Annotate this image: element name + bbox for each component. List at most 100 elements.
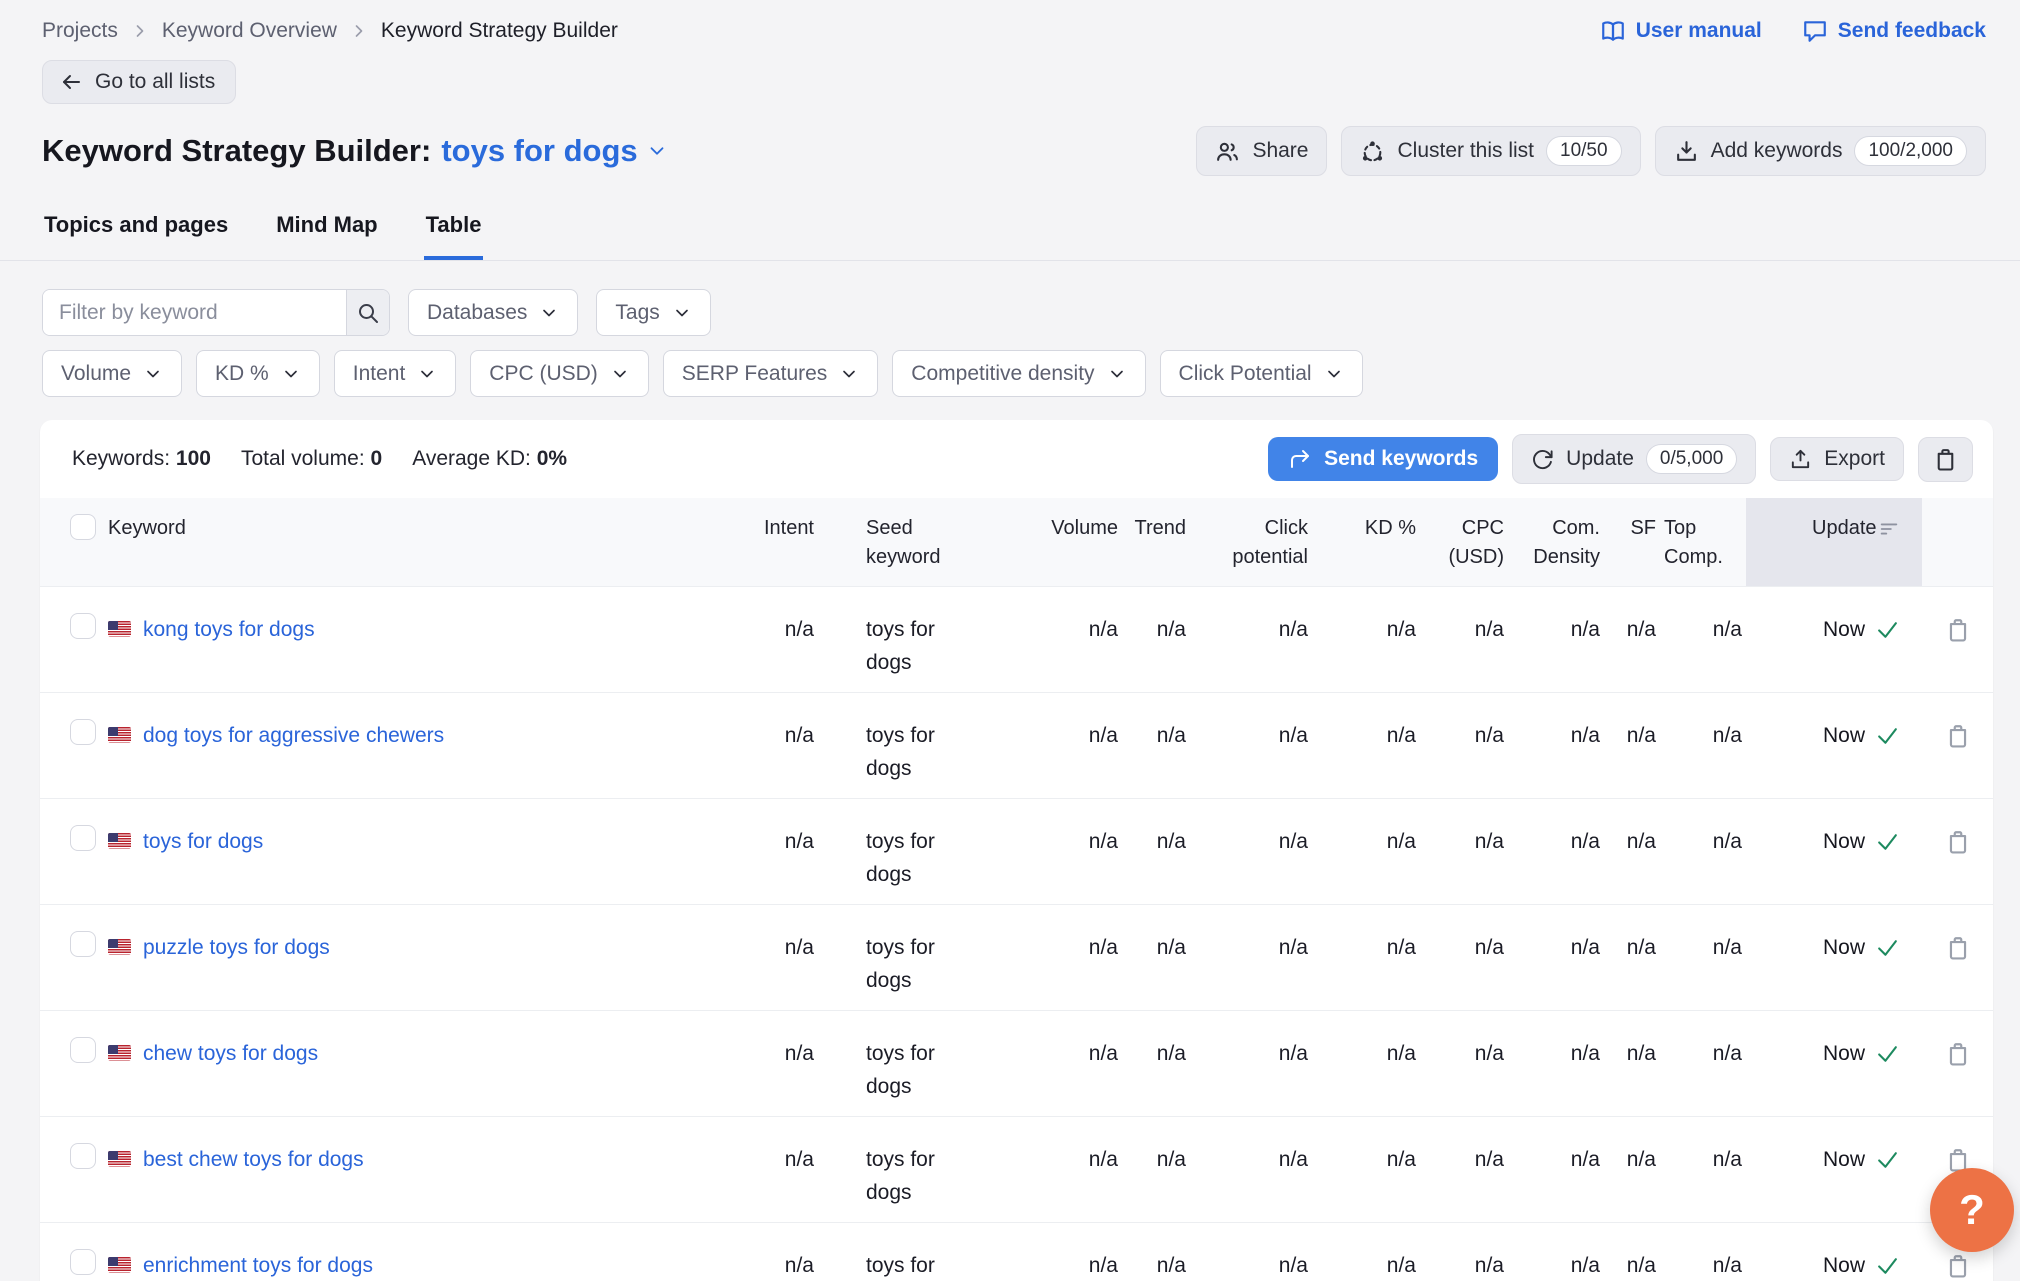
- kd-value: n/a: [1312, 905, 1420, 1011]
- add-keywords-button[interactable]: Add keywords 100/2,000: [1655, 126, 1986, 176]
- row-checkbox[interactable]: [70, 825, 96, 851]
- go-to-all-lists-button[interactable]: Go to all lists: [42, 60, 236, 104]
- databases-dropdown[interactable]: Databases: [408, 289, 578, 336]
- row-checkbox[interactable]: [70, 613, 96, 639]
- volume-value: n/a: [1014, 587, 1122, 693]
- trend-value: n/a: [1122, 587, 1190, 693]
- keyword-link[interactable]: best chew toys for dogs: [143, 1143, 364, 1176]
- breadcrumb-projects[interactable]: Projects: [42, 19, 118, 43]
- intent-value: n/a: [724, 693, 818, 799]
- header-cpc[interactable]: CPC (USD): [1420, 498, 1508, 587]
- tray-download-icon: [1674, 139, 1699, 164]
- header-com-density[interactable]: Com. Density: [1508, 498, 1604, 587]
- row-checkbox[interactable]: [70, 719, 96, 745]
- top-comp-value: n/a: [1660, 1011, 1746, 1117]
- row-checkbox[interactable]: [70, 1037, 96, 1063]
- keywords-table-card: Keywords: 100 Total volume: 0 Average KD…: [40, 420, 1993, 1281]
- send-keywords-button[interactable]: Send keywords: [1268, 437, 1498, 481]
- keyword-link[interactable]: puzzle toys for dogs: [143, 931, 330, 964]
- row-trash-icon[interactable]: [1945, 1253, 1971, 1279]
- tab-topics-and-pages[interactable]: Topics and pages: [42, 206, 230, 260]
- user-manual-link[interactable]: User manual: [1600, 18, 1762, 44]
- keywords-count: Keywords: 100: [72, 447, 211, 471]
- keyword-link[interactable]: enrichment toys for dogs: [143, 1249, 373, 1281]
- keyword-link[interactable]: chew toys for dogs: [143, 1037, 318, 1070]
- keyword-link[interactable]: dog toys for aggressive chewers: [143, 719, 444, 752]
- competitive-density-filter-label: Competitive density: [911, 362, 1094, 386]
- add-keywords-label: Add keywords: [1711, 139, 1843, 163]
- check-icon: [1875, 617, 1900, 642]
- tags-dropdown[interactable]: Tags: [596, 289, 710, 336]
- intent-filter-dropdown[interactable]: Intent: [334, 350, 457, 397]
- us-flag-icon: [108, 1151, 131, 1167]
- header-volume[interactable]: Volume: [1014, 498, 1122, 587]
- filter-keyword-input[interactable]: [43, 290, 346, 335]
- header-kd[interactable]: KD %: [1312, 498, 1420, 587]
- cluster-count-badge: 10/50: [1546, 136, 1622, 166]
- sf-value: n/a: [1604, 1011, 1660, 1117]
- click-potential-filter-dropdown[interactable]: Click Potential: [1160, 350, 1363, 397]
- intent-value: n/a: [724, 905, 818, 1011]
- search-button[interactable]: [346, 290, 389, 335]
- row-trash-icon[interactable]: [1945, 617, 1971, 643]
- send-feedback-link[interactable]: Send feedback: [1802, 18, 1986, 44]
- click-potential-value: n/a: [1190, 1223, 1312, 1281]
- row-trash-icon[interactable]: [1945, 1041, 1971, 1067]
- people-icon: [1215, 139, 1240, 164]
- row-checkbox[interactable]: [70, 1249, 96, 1275]
- table-row: toys for dogs n/a toys for dogs n/a n/a …: [40, 799, 1993, 905]
- kd-filter-dropdown[interactable]: KD %: [196, 350, 320, 397]
- filter-row-secondary: Volume KD % Intent CPC (USD) SERP Featur…: [42, 350, 2020, 397]
- tab-table[interactable]: Table: [424, 206, 484, 260]
- chevron-down-icon: [539, 303, 559, 323]
- seed-keyword-value: toys for dogs: [866, 719, 962, 785]
- keyword-link[interactable]: toys for dogs: [143, 825, 263, 858]
- stats-bar: Keywords: 100 Total volume: 0 Average KD…: [40, 420, 1993, 498]
- list-name-dropdown[interactable]: toys for dogs: [441, 133, 667, 169]
- volume-value: n/a: [1014, 1117, 1122, 1223]
- trend-value: n/a: [1122, 799, 1190, 905]
- header-click-potential[interactable]: Click potential: [1190, 498, 1312, 587]
- row-trash-icon[interactable]: [1945, 723, 1971, 749]
- click-potential-value: n/a: [1190, 587, 1312, 693]
- volume-filter-dropdown[interactable]: Volume: [42, 350, 182, 397]
- header-trend[interactable]: Trend: [1122, 498, 1190, 587]
- select-all-checkbox[interactable]: [70, 514, 96, 540]
- share-button[interactable]: Share: [1196, 126, 1327, 176]
- kd-filter-label: KD %: [215, 362, 269, 386]
- header-updated-sorted[interactable]: Updated: [1746, 498, 1922, 587]
- header-keyword[interactable]: Keyword: [104, 498, 724, 587]
- row-trash-icon[interactable]: [1945, 829, 1971, 855]
- user-manual-label: User manual: [1636, 19, 1762, 43]
- help-button-label: ?: [1959, 1186, 1985, 1234]
- header-sf[interactable]: SF: [1604, 498, 1660, 587]
- header-intent[interactable]: Intent: [724, 498, 818, 587]
- volume-value: n/a: [1014, 799, 1122, 905]
- cpc-value: n/a: [1420, 905, 1508, 1011]
- cpc-filter-dropdown[interactable]: CPC (USD): [470, 350, 649, 397]
- cluster-this-list-button[interactable]: Cluster this list 10/50: [1341, 126, 1640, 176]
- delete-selected-button[interactable]: [1918, 437, 1973, 482]
- row-trash-icon[interactable]: [1945, 935, 1971, 961]
- tab-mind-map[interactable]: Mind Map: [274, 206, 379, 260]
- breadcrumb-keyword-overview[interactable]: Keyword Overview: [162, 19, 337, 43]
- top-comp-value: n/a: [1660, 1117, 1746, 1223]
- volume-filter-label: Volume: [61, 362, 131, 386]
- serp-features-filter-dropdown[interactable]: SERP Features: [663, 350, 879, 397]
- row-checkbox[interactable]: [70, 931, 96, 957]
- header-seed-keyword[interactable]: Seed keyword: [818, 498, 1014, 587]
- kd-value: n/a: [1312, 1223, 1420, 1281]
- volume-value: n/a: [1014, 1223, 1122, 1281]
- competitive-density-filter-dropdown[interactable]: Competitive density: [892, 350, 1145, 397]
- header-top-comp[interactable]: Top Comp.: [1660, 498, 1746, 587]
- check-icon: [1875, 935, 1900, 960]
- chevron-down-icon: [281, 364, 301, 384]
- top-comp-value: n/a: [1660, 1223, 1746, 1281]
- send-feedback-label: Send feedback: [1838, 19, 1986, 43]
- update-button[interactable]: Update 0/5,000: [1512, 434, 1756, 484]
- export-button[interactable]: Export: [1770, 437, 1904, 481]
- help-button[interactable]: ?: [1930, 1168, 2014, 1252]
- click-potential-value: n/a: [1190, 693, 1312, 799]
- keyword-link[interactable]: kong toys for dogs: [143, 613, 315, 646]
- row-checkbox[interactable]: [70, 1143, 96, 1169]
